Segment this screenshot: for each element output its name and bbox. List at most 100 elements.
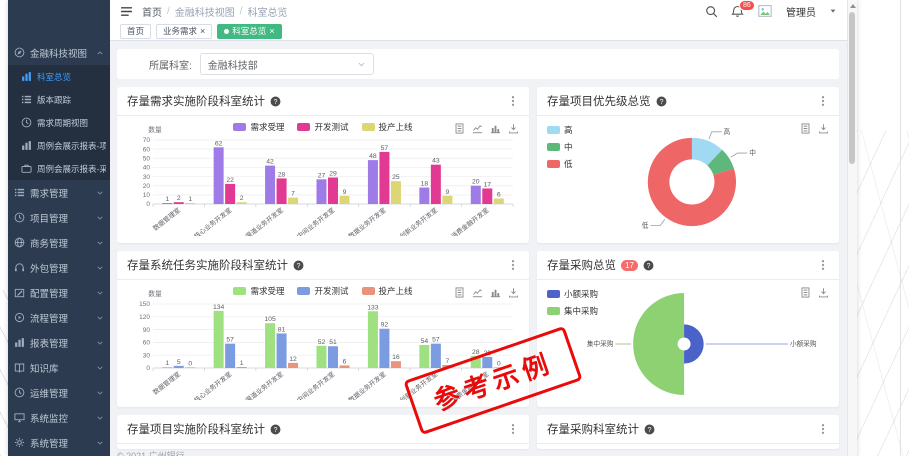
tab[interactable]: 业务需求× <box>156 24 212 39</box>
download-icon[interactable] <box>508 285 519 296</box>
more-menu-icon[interactable] <box>507 259 519 271</box>
svg-text:25: 25 <box>392 174 400 181</box>
svg-text:?: ? <box>659 98 663 105</box>
donut-chart[interactable]: 高中低 <box>537 116 839 243</box>
tab[interactable]: 首页 <box>120 24 151 39</box>
sidebar-item[interactable]: 外包管理 <box>8 255 110 280</box>
help-icon[interactable]: ? <box>293 260 304 271</box>
sidebar-item[interactable]: 报表管理 <box>8 330 110 355</box>
scrollbar-thumb[interactable] <box>849 12 855 164</box>
svg-text:12: 12 <box>289 356 297 363</box>
help-icon[interactable]: ? <box>656 96 667 107</box>
chart-toolbox <box>454 121 519 132</box>
copyright-footer: © 2021 广州银行 <box>117 449 185 456</box>
more-menu-icon[interactable] <box>817 423 829 435</box>
sidebar-item[interactable]: 项目管理 <box>8 205 110 230</box>
legend-item[interactable]: 小额采购 <box>547 288 598 300</box>
sidebar-subitem[interactable]: 需求周期视图 <box>8 111 110 134</box>
line-chart-icon[interactable] <box>472 285 483 296</box>
svg-text:120: 120 <box>139 314 150 321</box>
more-menu-icon[interactable] <box>817 95 829 107</box>
more-menu-icon[interactable] <box>817 259 829 271</box>
caret-down-icon[interactable] <box>829 7 837 15</box>
bar-chart-icon[interactable] <box>490 285 501 296</box>
help-icon[interactable]: ? <box>270 424 281 435</box>
bar-chart[interactable]: 010203040506070数量121数据管理室62222核心业务开发室422… <box>121 124 521 236</box>
svg-text:1: 1 <box>165 360 169 367</box>
legend-label: 投产上线 <box>379 285 413 297</box>
breadcrumb-item[interactable]: 金融科技视图 <box>175 4 235 19</box>
more-menu-icon[interactable] <box>507 95 519 107</box>
scrollbar[interactable] <box>847 0 857 456</box>
sidebar-item[interactable]: 运维管理 <box>8 380 110 405</box>
legend-item[interactable]: 中 <box>547 141 573 153</box>
monitor-icon <box>14 412 25 423</box>
svg-text:48: 48 <box>369 153 377 160</box>
legend-item[interactable]: 开发测试 <box>297 285 348 297</box>
sidebar-item[interactable]: 配置管理 <box>8 280 110 305</box>
download-icon[interactable] <box>508 121 519 132</box>
background-border-line <box>900 0 901 456</box>
sidebar-item[interactable]: 知识库 <box>8 355 110 380</box>
svg-text:92: 92 <box>381 322 389 329</box>
help-icon[interactable]: ? <box>270 96 281 107</box>
close-tab-icon[interactable]: × <box>200 27 205 36</box>
legend-item[interactable]: 需求受理 <box>233 121 284 133</box>
bar-chart-icon[interactable] <box>490 121 501 132</box>
sidebar-subitem[interactable]: 周例会展示报表-项目 <box>8 134 110 157</box>
legend-item[interactable]: 高 <box>547 124 573 136</box>
download-icon[interactable] <box>818 121 829 132</box>
breadcrumb-item[interactable]: 首页 <box>142 4 162 19</box>
svg-text:134: 134 <box>213 304 225 311</box>
legend-item[interactable]: 开发测试 <box>297 121 348 133</box>
svg-text:?: ? <box>274 98 278 105</box>
svg-text:0: 0 <box>146 201 150 208</box>
svg-text:7: 7 <box>291 191 295 198</box>
data-view-icon[interactable] <box>800 121 811 132</box>
legend-item[interactable]: 需求受理 <box>233 285 284 297</box>
close-tab-icon[interactable]: × <box>269 27 274 36</box>
help-icon[interactable]: ? <box>643 260 654 271</box>
chevron-down-icon <box>96 339 104 347</box>
avatar[interactable] <box>757 4 773 18</box>
download-icon[interactable] <box>818 285 829 296</box>
svg-text:150: 150 <box>139 301 150 308</box>
data-view-icon[interactable] <box>454 285 465 296</box>
svg-text:核心业务开发室: 核心业务开发室 <box>192 205 234 236</box>
legend-swatch <box>297 123 310 131</box>
search-icon[interactable] <box>705 5 718 18</box>
legend-item[interactable]: 投产上线 <box>362 121 413 133</box>
legend-item[interactable]: 低 <box>547 158 573 170</box>
svg-text:高: 高 <box>724 127 731 136</box>
card-project-stage-stats: 存量项目实施阶段科室统计 ? <box>117 415 529 449</box>
tab[interactable]: 科室总览× <box>217 24 281 39</box>
data-view-icon[interactable] <box>800 285 811 296</box>
sidebar-item[interactable]: 商务管理 <box>8 230 110 255</box>
chevron-down-icon <box>96 439 104 447</box>
sidebar-item[interactable]: 流程管理 <box>8 305 110 330</box>
sidebar-item[interactable]: 系统监控 <box>8 405 110 430</box>
notifications-button[interactable]: 86 <box>731 5 744 18</box>
breadcrumb-separator: / <box>240 6 243 17</box>
legend-item[interactable]: 集中采购 <box>547 305 598 317</box>
sidebar-item[interactable]: 系统管理 <box>8 430 110 455</box>
sidebar-subitem[interactable]: 周例会展示报表-采购 <box>8 157 110 180</box>
department-select[interactable]: 金融科技部 <box>200 53 374 75</box>
card-title: 存量采购总览 <box>547 257 616 273</box>
help-icon[interactable]: ? <box>644 424 655 435</box>
sidebar-subitem[interactable]: 科室总览 <box>8 65 110 88</box>
sidebar-item[interactable]: 金融科技视图 <box>8 40 110 65</box>
line-chart-icon[interactable] <box>472 121 483 132</box>
username[interactable]: 管理员 <box>786 4 816 19</box>
gear-icon <box>14 437 25 448</box>
data-view-icon[interactable] <box>454 121 465 132</box>
breadcrumb-item[interactable]: 科室总览 <box>248 4 288 19</box>
sidebar-item[interactable]: 需求管理 <box>8 180 110 205</box>
sidebar-subitem[interactable]: 版本跟踪 <box>8 88 110 111</box>
legend-item[interactable]: 投产上线 <box>362 285 413 297</box>
more-menu-icon[interactable] <box>507 423 519 435</box>
chevron-down-icon <box>357 60 366 69</box>
scroll-up-arrow[interactable] <box>848 0 857 11</box>
collapse-menu-icon[interactable] <box>120 5 133 18</box>
clock-icon <box>14 387 25 398</box>
